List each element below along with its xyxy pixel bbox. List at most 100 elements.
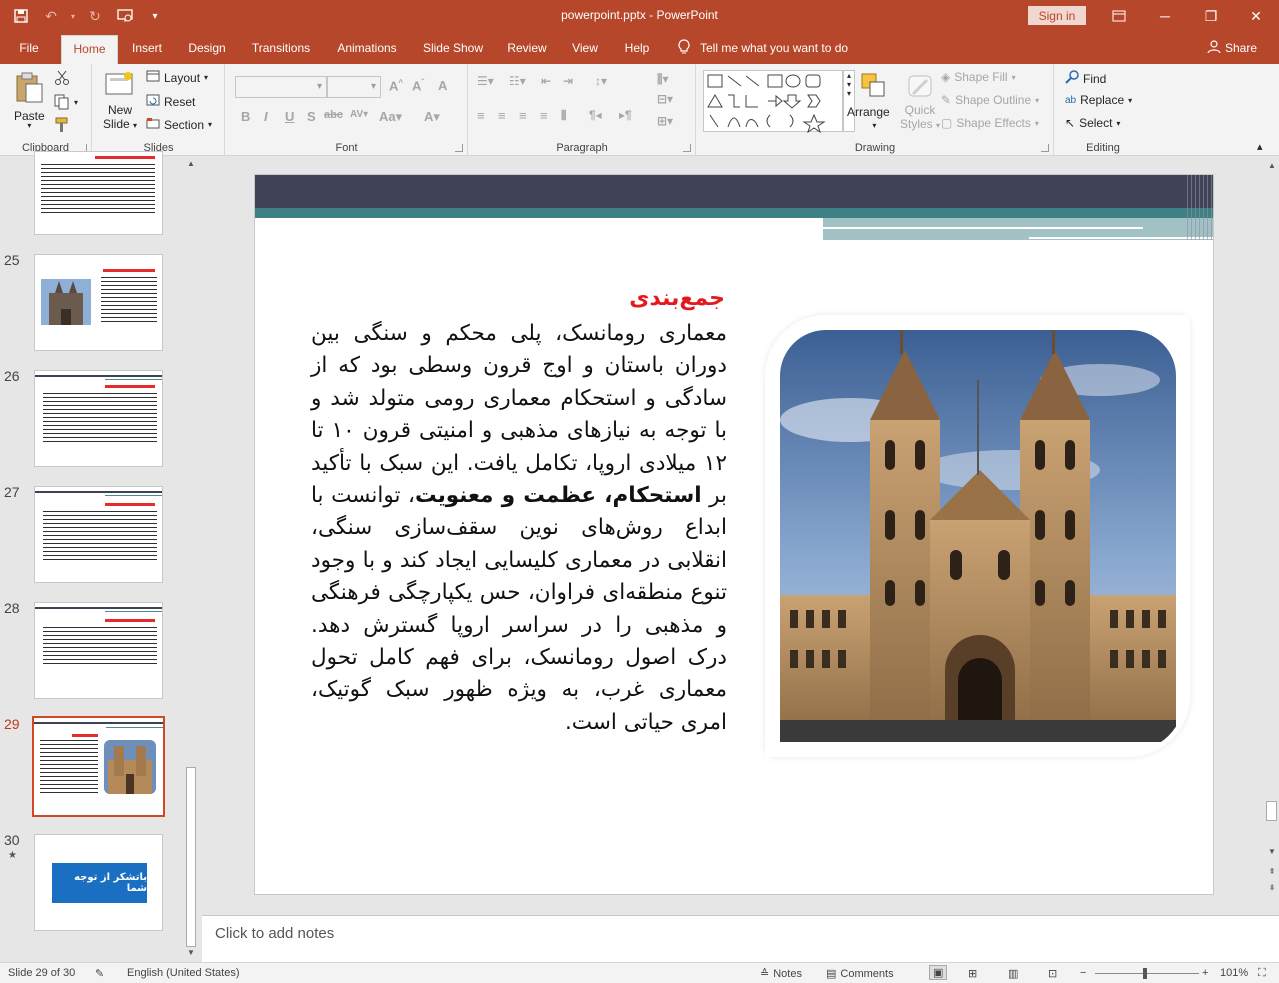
zoom-in-icon[interactable]: + (1202, 967, 1208, 979)
language-indicator[interactable]: English (United States) (127, 967, 240, 979)
replace-button[interactable]: ab Replace ▾ (1065, 93, 1132, 107)
shape-outline-button[interactable]: ✎ Shape Outline ▾ (941, 93, 1039, 107)
layout-button[interactable]: Layout ▾ (146, 70, 208, 85)
increase-indent-icon[interactable]: ⇥ (563, 74, 573, 88)
drawing-launcher-icon[interactable] (1041, 144, 1049, 152)
tab-insert[interactable]: Insert (124, 32, 170, 64)
italic-icon[interactable]: I (264, 109, 268, 124)
slide-thumbnail-25[interactable] (34, 254, 163, 351)
previous-slide-icon[interactable]: ⇞ (1267, 867, 1277, 877)
thumbnails-scrollbar[interactable]: ▲ ▼ (184, 157, 198, 962)
increase-font-size-icon[interactable]: A^ (389, 78, 403, 93)
quick-styles-button[interactable]: Quick Styles ▾ (900, 72, 940, 131)
tab-home[interactable]: Home (61, 35, 118, 64)
slide-thumbnail-27[interactable] (34, 486, 163, 583)
scrollbar-thumb[interactable] (1266, 801, 1277, 821)
font-color-icon[interactable]: A▾ (424, 109, 440, 125)
slide-scrollbar[interactable]: ▲ ▼ ⇞ ⇟ (1264, 157, 1279, 915)
font-size-dropdown[interactable]: ▾ (327, 76, 381, 98)
paragraph-launcher-icon[interactable] (683, 144, 691, 152)
spelling-check-icon[interactable]: ✎ (95, 967, 104, 980)
shape-fill-button[interactable]: ◈ Shape Fill ▾ (941, 70, 1016, 84)
close-icon[interactable]: ✕ (1233, 0, 1279, 32)
normal-view-icon[interactable]: ▣ (929, 965, 948, 980)
line-spacing-icon[interactable]: ↕▾ (595, 74, 607, 88)
slide-thumbnail-29[interactable] (32, 716, 165, 817)
slide-thumbnail-30[interactable]: باتشکر از توجه شما (34, 834, 163, 931)
bullets-icon[interactable]: ☰▾ (477, 74, 494, 88)
rtl-icon[interactable]: ¶◂ (589, 108, 602, 122)
slide-photo[interactable] (770, 320, 1185, 752)
tab-file[interactable]: File (8, 32, 50, 64)
notes-toggle[interactable]: ≙ Notes (760, 967, 802, 981)
shape-effects-button[interactable]: ▢ Shape Effects ▾ (941, 116, 1039, 130)
slide-thumbnail-28[interactable] (34, 602, 163, 699)
zoom-slider[interactable] (1095, 973, 1199, 974)
tell-me-search[interactable]: Tell me what you want to do (678, 32, 848, 64)
align-right-icon[interactable]: ≡ (519, 108, 527, 123)
minimize-icon[interactable]: ─ (1142, 0, 1188, 32)
slide-counter[interactable]: Slide 29 of 30 (8, 967, 75, 979)
justify-icon[interactable]: ≡ (540, 108, 548, 123)
font-launcher-icon[interactable] (455, 144, 463, 152)
bold-icon[interactable]: B (241, 109, 250, 124)
tab-design[interactable]: Design (180, 32, 234, 64)
find-button[interactable]: Find (1065, 70, 1106, 87)
tab-review[interactable]: Review (500, 32, 554, 64)
scroll-up-icon[interactable]: ▲ (186, 159, 196, 169)
character-spacing-icon[interactable]: AV▾ (350, 109, 368, 120)
sign-in-button[interactable]: Sign in (1028, 6, 1086, 25)
text-shadow-icon[interactable]: S (307, 109, 316, 124)
section-button[interactable]: Section ▾ (146, 117, 212, 132)
decrease-font-size-icon[interactable]: Aˇ (412, 78, 424, 93)
slide-thumbnail-26[interactable] (34, 370, 163, 467)
cut-icon[interactable] (54, 70, 70, 86)
slide-show-icon[interactable]: ⊡ (1048, 967, 1057, 980)
copy-icon[interactable]: ▾ (54, 94, 78, 110)
ltr-icon[interactable]: ▸¶ (619, 108, 632, 122)
underline-icon[interactable]: U (285, 109, 294, 124)
reading-view-icon[interactable]: ▥ (1008, 967, 1018, 980)
slide-body-text[interactable]: معماری رومانسک، پلی محکم و سنگی بین دورا… (311, 318, 727, 739)
slide-sorter-icon[interactable]: ⊞ (968, 967, 977, 980)
tab-help[interactable]: Help (616, 32, 658, 64)
restore-icon[interactable]: ❐ (1188, 0, 1234, 32)
align-center-icon[interactable]: ≡ (498, 108, 506, 123)
notes-pane[interactable]: Click to add notes (202, 915, 1279, 962)
tab-transitions[interactable]: Transitions (244, 32, 318, 64)
columns-icon[interactable]: ⫴ (561, 108, 566, 124)
clear-formatting-icon[interactable]: A (438, 78, 447, 93)
align-text-icon[interactable]: ⊟▾ (657, 92, 673, 106)
current-slide[interactable]: جمع‌بندی معماری رومانسک، پلی محکم و سنگی… (254, 174, 1214, 895)
fit-to-window-icon[interactable]: ⛶ (1258, 967, 1266, 980)
collapse-ribbon-icon[interactable]: ▴ (1257, 140, 1263, 153)
strikethrough-icon[interactable]: abc (324, 109, 343, 121)
zoom-out-icon[interactable]: − (1080, 967, 1086, 979)
tab-animations[interactable]: Animations (328, 32, 406, 64)
font-family-dropdown[interactable]: ▾ (235, 76, 327, 98)
tab-view[interactable]: View (564, 32, 606, 64)
slide-thumbnail-24[interactable] (34, 151, 163, 235)
align-left-icon[interactable]: ≡ (477, 108, 485, 123)
text-direction-icon[interactable]: ⫼▾ (657, 72, 669, 87)
scrollbar-thumb[interactable] (186, 767, 196, 947)
share-button[interactable]: Share (1207, 32, 1257, 64)
select-button[interactable]: ↖ Select ▾ (1065, 116, 1120, 130)
numbering-icon[interactable]: ☷▾ (509, 74, 526, 88)
zoom-slider-thumb[interactable] (1143, 968, 1147, 979)
arrange-button[interactable]: Arrange ▾ (847, 72, 890, 130)
format-painter-icon[interactable] (54, 117, 70, 133)
scroll-down-icon[interactable]: ▼ (1267, 847, 1277, 857)
next-slide-icon[interactable]: ⇟ (1267, 883, 1277, 893)
slide-title[interactable]: جمع‌بندی (615, 286, 725, 311)
decrease-indent-icon[interactable]: ⇤ (541, 74, 551, 88)
smartart-icon[interactable]: ⊞▾ (657, 114, 673, 128)
paste-button[interactable]: Paste ▾ (14, 72, 45, 130)
new-slide-button[interactable]: New Slide ▾ (103, 70, 137, 131)
comments-toggle[interactable]: ▤ Comments (826, 967, 894, 981)
change-case-icon[interactable]: Aa▾ (379, 109, 402, 125)
ribbon-display-options-icon[interactable] (1096, 0, 1142, 32)
reset-button[interactable]: Reset (146, 94, 195, 109)
shapes-gallery[interactable] (703, 70, 843, 134)
paste-dropdown-icon[interactable]: ▾ (27, 121, 31, 130)
